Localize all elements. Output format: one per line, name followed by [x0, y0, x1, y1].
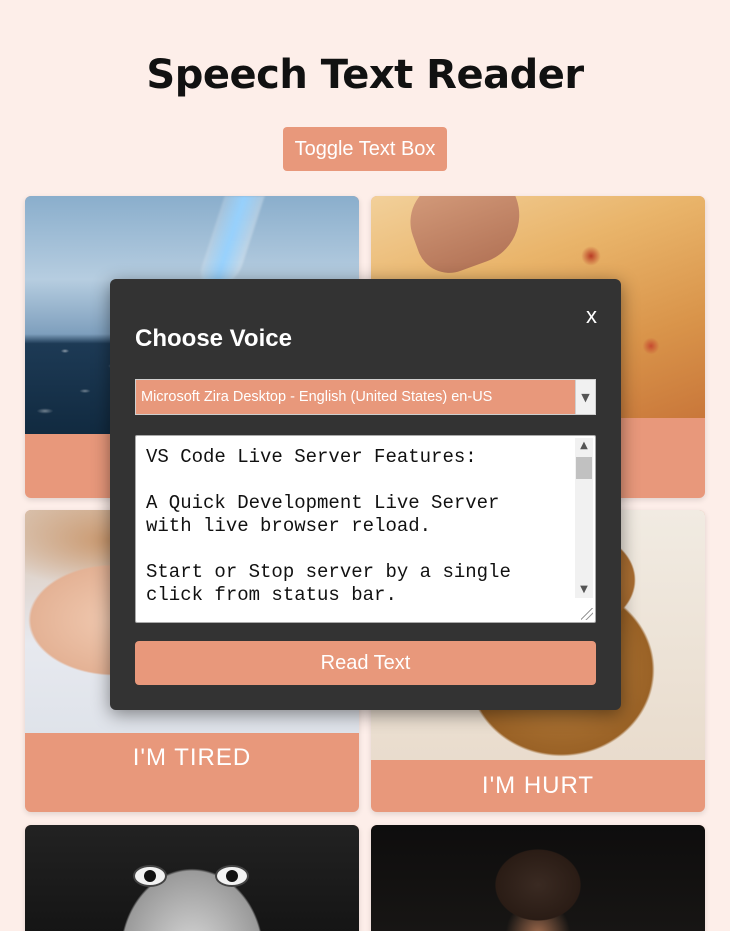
- hand-shape: [398, 196, 534, 283]
- choose-voice-modal: x Choose Voice Microsoft Zira Desktop - …: [110, 279, 621, 710]
- voice-select-value: Microsoft Zira Desktop - English (United…: [141, 389, 493, 405]
- card-scared[interactable]: [25, 825, 359, 931]
- vertical-scrollbar[interactable]: ▲ ▼: [575, 438, 593, 598]
- eye-shape: [133, 865, 167, 887]
- toggle-text-box-button[interactable]: Toggle Text Box: [283, 127, 447, 171]
- angry-kid-image: [371, 825, 705, 931]
- resize-handle-icon[interactable]: [581, 608, 593, 620]
- text-input-area[interactable]: VS Code Live Server Features: A Quick De…: [135, 435, 596, 623]
- scroll-up-icon[interactable]: ▲: [575, 438, 593, 454]
- card-caption-tired: I'M TIRED: [132, 744, 252, 771]
- modal-title: Choose Voice: [135, 325, 292, 352]
- water-stream-shape: [195, 196, 265, 286]
- voice-select[interactable]: Microsoft Zira Desktop - English (United…: [135, 379, 596, 415]
- card-angry[interactable]: [371, 825, 705, 931]
- page-title: Speech Text Reader: [146, 52, 584, 98]
- scroll-down-icon[interactable]: ▼: [575, 582, 593, 598]
- card-caption-hurt: I'M HURT: [481, 772, 595, 799]
- eye-shape: [215, 865, 249, 887]
- chevron-down-icon[interactable]: ▼: [575, 380, 595, 414]
- text-content: VS Code Live Server Features: A Quick De…: [146, 446, 511, 606]
- surprised-boy-image: [25, 825, 359, 931]
- close-button[interactable]: x: [586, 303, 597, 329]
- read-text-button[interactable]: Read Text: [135, 641, 596, 685]
- scrollbar-thumb[interactable]: [576, 457, 592, 479]
